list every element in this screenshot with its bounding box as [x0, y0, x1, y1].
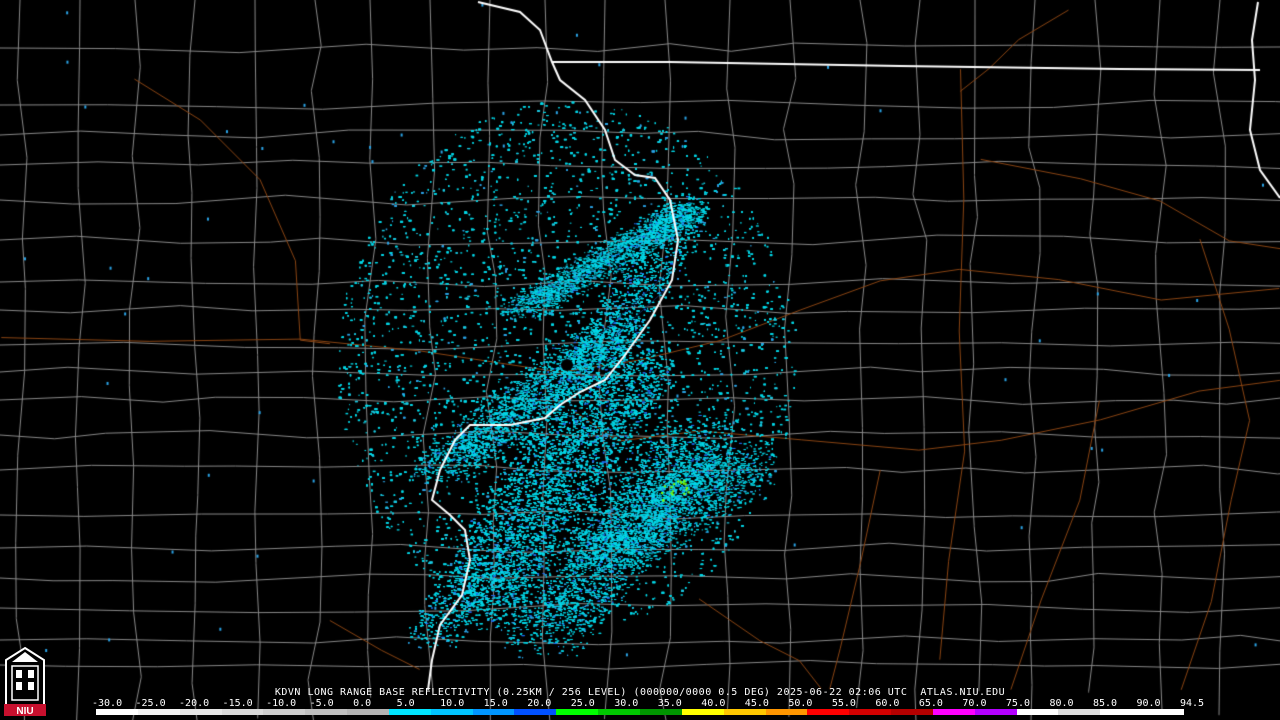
radar-map	[0, 0, 1280, 720]
colorbar-swatch	[1016, 709, 1059, 715]
colorbar-tick: 55.0	[831, 698, 856, 709]
colorbar-swatch	[179, 709, 222, 715]
colorbar-swatch	[807, 709, 850, 715]
colorbar	[96, 709, 1184, 715]
colorbar-tick: 85.0	[1092, 698, 1118, 709]
colorbar-tick: 60.0	[875, 698, 900, 709]
colorbar-swatch	[430, 709, 473, 715]
colorbar-swatch	[681, 709, 724, 715]
colorbar-tick: 15.0	[483, 698, 508, 709]
colorbar-swatch	[765, 709, 808, 715]
colorbar-tick: 20.0	[527, 698, 552, 709]
colorbar-tick: 50.0	[788, 698, 813, 709]
colorbar-swatch	[723, 709, 766, 715]
colorbar-tick: -30.0	[92, 698, 123, 709]
colorbar-swatch	[891, 709, 933, 715]
colorbar-swatch	[1142, 709, 1184, 715]
logo-text: NIU	[16, 706, 33, 716]
colorbar-tick: 45.0	[744, 698, 769, 709]
colorbar-tick: 65.0	[918, 698, 943, 709]
colorbar-tick: 35.0	[657, 698, 682, 709]
colorbar-swatch	[1058, 709, 1101, 715]
colorbar-swatch	[514, 709, 557, 715]
colorbar-tick: 75.0	[1005, 698, 1030, 709]
colorbar-swatch	[221, 709, 264, 715]
colorbar-swatch	[598, 709, 640, 715]
colorbar-tick: -5.0	[309, 698, 334, 709]
colorbar-tick: -10.0	[266, 698, 297, 709]
colorbar-swatch	[263, 709, 306, 715]
colorbar-swatch	[96, 709, 138, 715]
niu-logo-icon: NIU	[4, 646, 46, 716]
colorbar-tick: 40.0	[701, 698, 726, 709]
colorbar-tick: 70.0	[962, 698, 987, 709]
colorbar-tick-labels: -30.0 -25.0 -20.0 -15.0 -10.0 -5.0 0.0 5.0 10.0 1…	[92, 698, 1204, 709]
product-title: KDVN LONG RANGE BASE REFLECTIVITY (0.25K…	[274, 687, 1006, 698]
colorbar-swatch	[556, 709, 599, 715]
colorbar-tick: 30.0	[614, 698, 639, 709]
colorbar-tick: 5.0	[396, 698, 415, 709]
colorbar-swatch	[347, 709, 389, 715]
colorbar-tick: 25.0	[570, 698, 595, 709]
colorbar-swatch	[849, 709, 892, 715]
colorbar-tick: 80.0	[1049, 698, 1074, 709]
colorbar-swatch	[639, 709, 682, 715]
colorbar-swatch	[974, 709, 1017, 715]
colorbar-swatch	[932, 709, 975, 715]
colorbar-tick: 90.0	[1136, 698, 1161, 709]
colorbar-tick: 10.0	[440, 698, 465, 709]
colorbar-swatch	[305, 709, 348, 715]
colorbar-tick: -25.0	[135, 698, 166, 709]
colorbar-swatch	[1100, 709, 1143, 715]
colorbar-swatch	[388, 709, 431, 715]
colorbar-tick: -20.0	[179, 698, 210, 709]
colorbar-tick: -15.0	[222, 698, 253, 709]
colorbar-swatch	[137, 709, 180, 715]
colorbar-swatch	[472, 709, 515, 715]
colorbar-tick: 94.5	[1180, 698, 1205, 709]
colorbar-tick: 0.0	[353, 698, 372, 709]
